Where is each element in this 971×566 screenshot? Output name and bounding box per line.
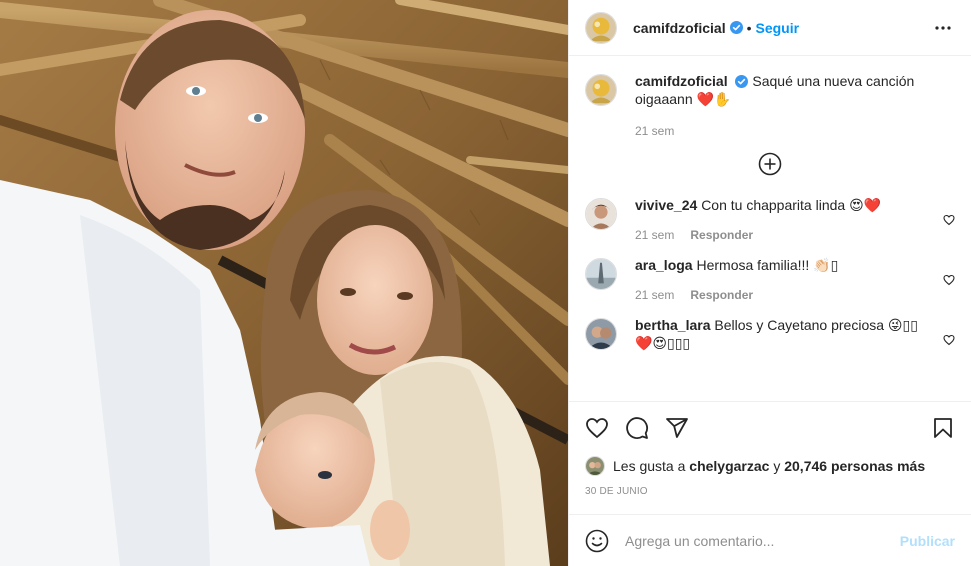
commenter-avatar[interactable] xyxy=(585,318,617,350)
caption-time[interactable]: 21 sem xyxy=(635,124,674,138)
family-selfie-image xyxy=(0,0,568,566)
reply-button[interactable]: Responder xyxy=(690,288,753,302)
comment-like-heart-icon[interactable] xyxy=(943,274,955,286)
separator-dot: • xyxy=(746,19,752,36)
publish-button[interactable]: Publicar xyxy=(900,533,955,549)
reply-button[interactable]: Responder xyxy=(690,228,753,242)
comment-username[interactable]: vivive_24 xyxy=(635,197,697,213)
likes-prefix: Les gusta a xyxy=(613,458,686,474)
likes-count[interactable]: 20,746 personas más xyxy=(784,458,925,474)
comment-username[interactable]: ara_loga xyxy=(635,257,693,273)
comment-username[interactable]: bertha_lara xyxy=(635,317,710,333)
caption-text-line: camifdzoficial Saqué una nueva canción o… xyxy=(635,72,931,108)
commenter-avatar[interactable] xyxy=(585,258,617,290)
comment-meta: 21 sem Responder xyxy=(635,228,931,242)
comment-text-line: bertha_lara Bellos y Cayetano preciosa 😜… xyxy=(635,316,931,352)
post-date[interactable]: 30 DE JUNIO xyxy=(585,486,955,504)
instagram-post-modal: camifdzoficial • Seguir camifdzoficial S… xyxy=(0,0,971,566)
comment-text-line: ara_loga Hermosa familia!!! 👏🏻▯ xyxy=(635,256,931,274)
comment-item: ara_loga Hermosa familia!!! 👏🏻▯ 21 sem Re… xyxy=(585,256,955,302)
post-header: camifdzoficial • Seguir xyxy=(569,0,971,56)
liker-username[interactable]: chelygarzac xyxy=(689,458,769,474)
caption-meta: 21 sem xyxy=(635,124,931,138)
comment-like-heart-icon[interactable] xyxy=(943,334,955,346)
comment-text: Con tu chapparita linda 😍❤️ xyxy=(701,197,882,213)
share-icon[interactable] xyxy=(665,416,689,440)
author-username[interactable]: camifdzoficial xyxy=(633,20,726,36)
comments-list[interactable]: camifdzoficial Saqué una nueva canción o… xyxy=(569,56,971,401)
comment-meta: 21 sem Responder xyxy=(635,288,931,302)
plus-circle-icon[interactable] xyxy=(758,152,782,176)
follow-button[interactable]: Seguir xyxy=(756,20,800,36)
caption-author-avatar[interactable] xyxy=(585,74,617,106)
bookmark-icon[interactable] xyxy=(931,416,955,440)
caption-body: camifdzoficial Saqué una nueva canción o… xyxy=(635,72,955,138)
comment-time[interactable]: 21 sem xyxy=(635,288,674,302)
comment-icon[interactable] xyxy=(625,416,649,440)
post-caption: camifdzoficial Saqué una nueva canción o… xyxy=(585,72,955,138)
comment-text: Hermosa familia!!! 👏🏻▯ xyxy=(696,257,839,273)
comment-like-heart-icon[interactable] xyxy=(943,214,955,226)
comment-item: vivive_24 Con tu chapparita linda 😍❤️ 21… xyxy=(585,196,955,242)
comment-time[interactable]: 21 sem xyxy=(635,228,674,242)
liker-avatar[interactable] xyxy=(585,456,605,476)
likes-joiner: y xyxy=(773,458,781,474)
verified-badge-icon xyxy=(735,74,749,88)
action-icons-row xyxy=(585,402,955,454)
verified-badge-icon xyxy=(729,21,743,34)
comment-item: bertha_lara Bellos y Cayetano preciosa 😜… xyxy=(585,316,955,352)
post-photo[interactable] xyxy=(0,0,568,566)
comment-input[interactable] xyxy=(625,532,900,549)
comment-body: vivive_24 Con tu chapparita linda 😍❤️ 21… xyxy=(635,196,955,242)
comment-text-line: vivive_24 Con tu chapparita linda 😍❤️ xyxy=(635,196,931,214)
author-avatar[interactable] xyxy=(585,11,617,44)
post-actions: Les gusta a chelygarzac y 20,746 persona… xyxy=(569,401,971,504)
heart-icon[interactable] xyxy=(585,416,609,440)
add-comment-bar: Publicar xyxy=(569,514,971,566)
post-side-panel: camifdzoficial • Seguir camifdzoficial S… xyxy=(568,0,971,566)
comment-body: ara_loga Hermosa familia!!! 👏🏻▯ 21 sem Re… xyxy=(635,256,955,302)
commenter-avatar[interactable] xyxy=(585,198,617,230)
load-more-comments xyxy=(585,152,955,176)
emoji-smile-icon[interactable] xyxy=(585,529,609,553)
more-options-icon[interactable] xyxy=(931,16,955,40)
caption-username[interactable]: camifdzoficial xyxy=(635,73,728,89)
comment-body: bertha_lara Bellos y Cayetano preciosa 😜… xyxy=(635,316,955,352)
likes-summary[interactable]: Les gusta a chelygarzac y 20,746 persona… xyxy=(585,454,955,478)
